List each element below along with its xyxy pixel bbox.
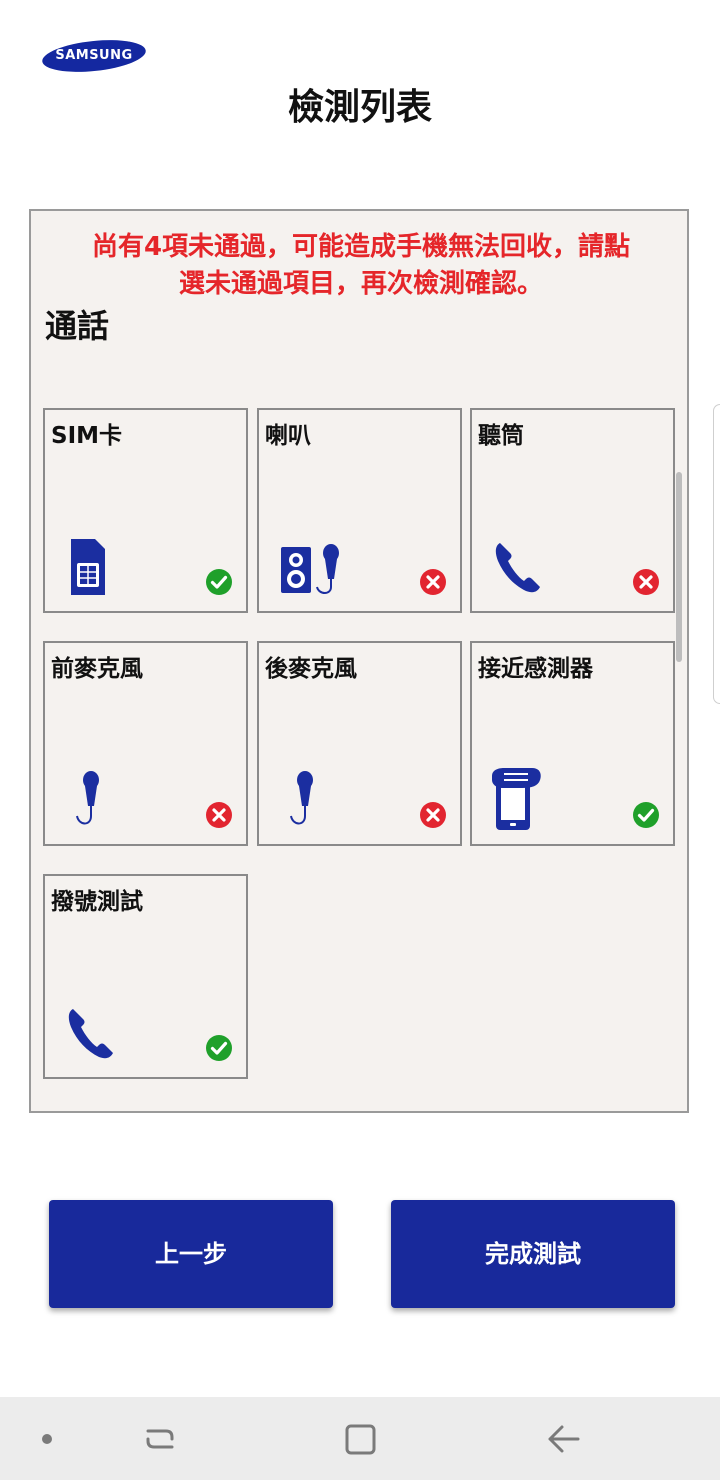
test-item-front-microphone[interactable]: 前麥克風 <box>43 641 248 846</box>
test-item-label: 喇叭 <box>265 423 311 449</box>
sim-card-icon <box>65 535 145 597</box>
microphone-icon <box>279 768 359 830</box>
test-item-label: SIM卡 <box>51 423 123 449</box>
pass-check-icon <box>205 1034 233 1062</box>
recent-apps-icon[interactable] <box>136 1397 184 1480</box>
fail-x-icon <box>205 801 233 829</box>
finish-test-button[interactable]: 完成測試 <box>391 1200 675 1308</box>
previous-step-button[interactable]: 上一步 <box>49 1200 333 1308</box>
test-item-label: 前麥克風 <box>51 656 143 682</box>
back-icon[interactable] <box>538 1397 586 1480</box>
screen: SAMSUNG 檢測列表 尚有4項未通過，可能造成手機無法回收，請點 選未通過項… <box>0 0 720 1480</box>
test-item-receiver[interactable]: 聽筒 <box>470 408 675 613</box>
test-item-label: 撥號測試 <box>51 889 143 915</box>
warning-message: 尚有4項未通過，可能造成手機無法回收，請點 選未通過項目，再次檢測確認。 <box>41 229 681 303</box>
proximity-sensor-icon <box>492 768 572 830</box>
phone-handset-icon <box>65 1001 145 1063</box>
test-item-label: 後麥克風 <box>265 656 357 682</box>
fail-x-icon <box>419 568 447 596</box>
test-item-proximity-sensor[interactable]: 接近感測器 <box>470 641 675 846</box>
warning-line-1: 尚有4項未通過，可能造成手機無法回收，請點 <box>91 232 631 262</box>
panel-scrollbar[interactable] <box>676 472 682 662</box>
samsung-logo: SAMSUNG <box>42 38 146 74</box>
phone-handset-icon <box>492 535 572 597</box>
test-item-label: 聽筒 <box>478 423 524 449</box>
fail-x-icon <box>419 801 447 829</box>
page-title: 檢測列表 <box>287 87 432 128</box>
pass-check-icon <box>205 568 233 596</box>
logo-text: SAMSUNG <box>55 48 133 63</box>
pass-check-icon <box>632 801 660 829</box>
navigation-bar <box>0 1397 720 1480</box>
test-item-sim[interactable]: SIM卡 <box>43 408 248 613</box>
home-icon[interactable] <box>336 1397 384 1480</box>
fail-x-icon <box>632 568 660 596</box>
section-title: 通話 <box>45 307 110 345</box>
test-item-speaker[interactable]: 喇叭 <box>257 408 462 613</box>
microphone-icon <box>65 768 145 830</box>
edge-panel-handle[interactable] <box>713 404 720 704</box>
test-item-rear-microphone[interactable]: 後麥克風 <box>257 641 462 846</box>
dot-icon[interactable] <box>30 1397 64 1480</box>
warning-line-2: 選未通過項目，再次檢測確認。 <box>178 269 543 299</box>
test-item-dial-test[interactable]: 撥號測試 <box>43 874 248 1079</box>
speaker-microphone-icon <box>279 535 359 597</box>
test-item-label: 接近感測器 <box>478 656 593 682</box>
